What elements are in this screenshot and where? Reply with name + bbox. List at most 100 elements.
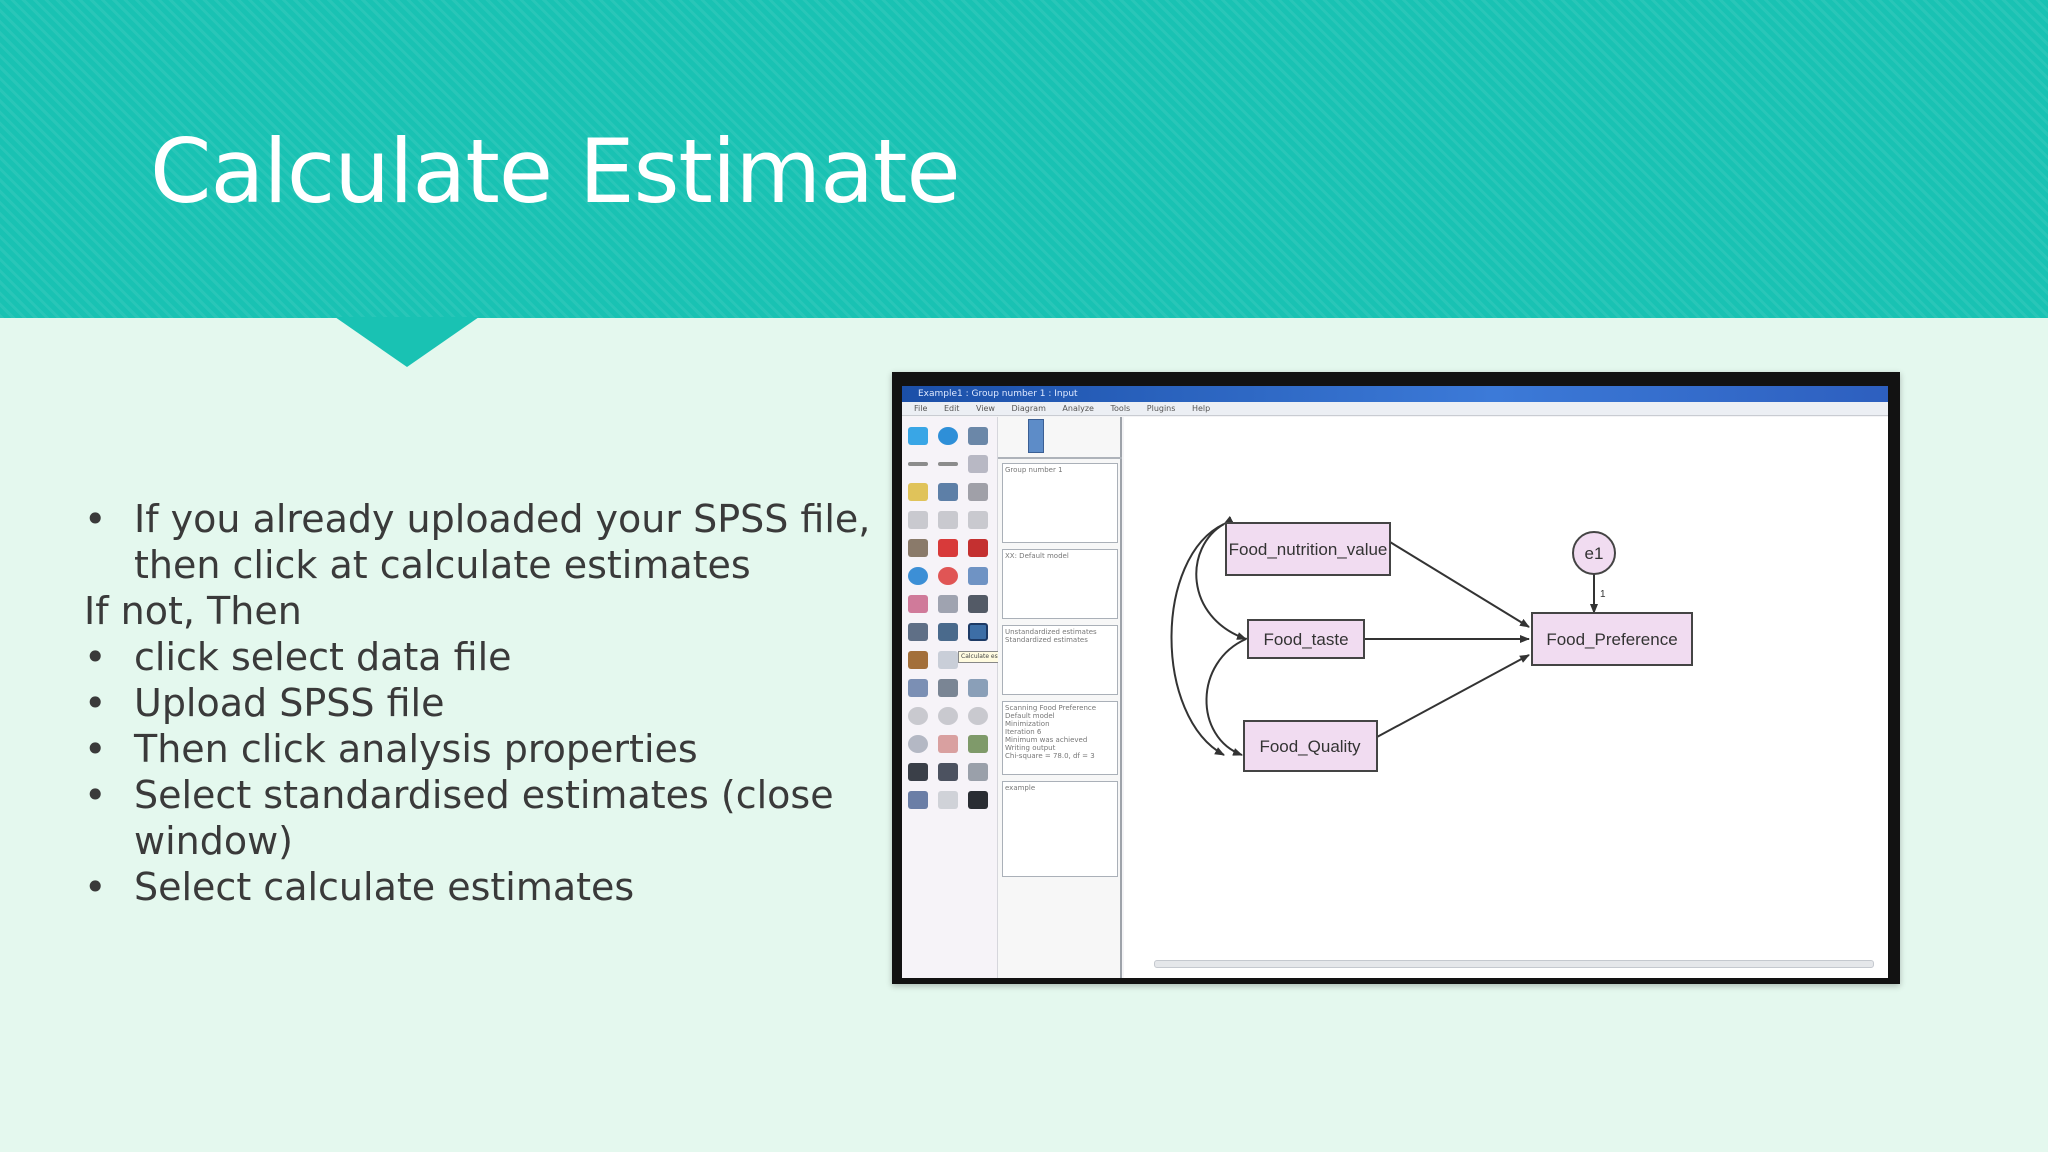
erase-icon[interactable]: [968, 539, 988, 557]
computation-summary-panel: Scanning Food Preference Default model M…: [1002, 701, 1118, 775]
files-panel[interactable]: example: [1002, 781, 1118, 877]
bullet-item: • Select calculate estimates: [84, 864, 844, 910]
bullet-text-line: Select standardised estimates (close: [134, 773, 834, 817]
node-label: Food_nutrition_value: [1229, 540, 1388, 559]
touch-up-icon[interactable]: [968, 595, 988, 613]
summary-line: Minimization: [1005, 720, 1050, 728]
ellipse-tool-icon[interactable]: [938, 427, 958, 445]
plain-text-line: If not, Then: [84, 589, 302, 633]
duplicate-icon[interactable]: [908, 539, 928, 557]
summary-line: Minimum was achieved: [1005, 736, 1088, 744]
zoom-icon[interactable]: [938, 707, 958, 725]
side-panels: Group number 1 XX: Default model Unstand…: [998, 417, 1122, 978]
models-panel[interactable]: XX: Default model: [1002, 549, 1118, 619]
bullet-item: • If you already uploaded your SPSS file…: [84, 496, 871, 588]
bullet-dot: •: [84, 635, 107, 679]
node-food-nutrition-value[interactable]: Food_nutrition_value: [1225, 522, 1391, 576]
node-food-preference[interactable]: Food_Preference: [1531, 612, 1693, 666]
summary-line: Writing output: [1005, 744, 1056, 752]
title-tool-icon[interactable]: [908, 483, 928, 501]
degrees-freedom-icon[interactable]: [908, 763, 928, 781]
move-icon[interactable]: [938, 539, 958, 557]
fit-page-icon[interactable]: [938, 735, 958, 753]
bullet-dot: •: [84, 865, 107, 909]
menu-bar: File Edit View Diagram Analyze Tools Plu…: [902, 402, 1888, 416]
menu-view[interactable]: View: [976, 404, 995, 413]
save-icon[interactable]: [938, 679, 958, 697]
bullet-text-line: then click at calculate estimates: [134, 543, 751, 587]
unstandardized-option[interactable]: Unstandardized estimates: [1005, 628, 1115, 636]
menu-edit[interactable]: Edit: [944, 404, 960, 413]
view-text-icon[interactable]: [908, 651, 928, 669]
move-parameter-icon[interactable]: [908, 595, 928, 613]
bullet-text-line: If you already uploaded your SPSS file,: [134, 497, 871, 541]
covariance-tool-icon[interactable]: [938, 462, 958, 466]
zoom-out-icon[interactable]: [968, 707, 988, 725]
plain-item: If not, Then: [84, 588, 844, 634]
undo-icon[interactable]: [908, 791, 928, 809]
rotate-icon[interactable]: [938, 567, 958, 585]
panel-divider: [998, 457, 1122, 459]
copy-clipboard-icon[interactable]: [938, 651, 958, 669]
bullet-item: • click select data file: [84, 634, 844, 680]
input-path-icon[interactable]: [1028, 419, 1044, 453]
bullet-item: • Upload SPSS file: [84, 680, 844, 726]
error-term-e1[interactable]: e1: [1572, 531, 1616, 575]
node-label: Food_Quality: [1259, 737, 1361, 756]
deselect-icon[interactable]: [968, 511, 988, 529]
slide-title: Calculate Estimate: [150, 120, 961, 223]
covariance-curve: [1205, 631, 1256, 756]
select-one-icon[interactable]: [908, 511, 928, 529]
groups-panel[interactable]: Group number 1: [1002, 463, 1118, 543]
reflect-icon[interactable]: [968, 567, 988, 585]
error-label: e1: [1585, 544, 1604, 563]
select-data-file-icon[interactable]: [908, 623, 928, 641]
node-food-taste[interactable]: Food_taste: [1247, 619, 1365, 659]
redo-icon[interactable]: [938, 791, 958, 809]
diagram-canvas[interactable]: Food_nutrition_value Food_taste Food_Qua…: [1124, 417, 1888, 978]
specification-search-icon[interactable]: [968, 791, 988, 809]
summary-line: Default model: [1005, 712, 1055, 720]
estimates-panel[interactable]: Unstandardized estimates Standardized es…: [1002, 625, 1118, 695]
horizontal-scrollbar[interactable]: [1154, 960, 1874, 968]
node-label: Food_taste: [1263, 630, 1348, 649]
magnify-icon[interactable]: [968, 735, 988, 753]
text-output-icon[interactable]: [908, 679, 928, 697]
summary-line: Iteration 6: [1005, 728, 1042, 736]
rectangle-tool-icon[interactable]: [908, 427, 928, 445]
link-icon[interactable]: [938, 763, 958, 781]
select-all-icon[interactable]: [938, 511, 958, 529]
standardized-option[interactable]: Standardized estimates: [1005, 636, 1115, 644]
object-properties-icon[interactable]: [968, 679, 988, 697]
bullet-dot: •: [84, 497, 107, 541]
menu-tools[interactable]: Tools: [1111, 404, 1131, 413]
unique-variable-icon[interactable]: [968, 455, 988, 473]
analysis-properties-icon[interactable]: [938, 623, 958, 641]
list-variables-icon[interactable]: [938, 483, 958, 501]
bullet-item: • Select standardised estimates (close w…: [84, 772, 844, 864]
regression-path: [1376, 654, 1530, 738]
zoom-page-icon[interactable]: [908, 735, 928, 753]
print-icon[interactable]: [968, 763, 988, 781]
bullet-dot: •: [84, 727, 107, 771]
arrow-tool-icon[interactable]: [908, 462, 928, 466]
menu-help[interactable]: Help: [1192, 404, 1210, 413]
bullet-text-line: Upload SPSS file: [134, 681, 445, 725]
scroll-icon[interactable]: [938, 595, 958, 613]
menu-diagram[interactable]: Diagram: [1012, 404, 1046, 413]
error-weight-label: 1: [1600, 589, 1606, 600]
node-food-quality[interactable]: Food_Quality: [1243, 720, 1378, 772]
resize-icon[interactable]: [908, 567, 928, 585]
list-dataset-icon[interactable]: [968, 483, 988, 501]
indicator-tool-icon[interactable]: [968, 427, 988, 445]
zoom-in-icon[interactable]: [908, 707, 928, 725]
path-diagram: Food_nutrition_value Food_taste Food_Qua…: [1170, 516, 1693, 772]
window-titlebar: Example1 : Group number 1 : Input: [902, 386, 1888, 402]
menu-file[interactable]: File: [914, 404, 927, 413]
summary-line: Chi-square = 78.0, df = 3: [1005, 752, 1095, 760]
menu-plugins[interactable]: Plugins: [1147, 404, 1176, 413]
calculate-estimates-icon[interactable]: [968, 623, 988, 641]
summary-line: Scanning Food Preference: [1005, 704, 1097, 712]
bullet-list: • If you already uploaded your SPSS file…: [84, 496, 871, 910]
menu-analyze[interactable]: Analyze: [1062, 404, 1094, 413]
